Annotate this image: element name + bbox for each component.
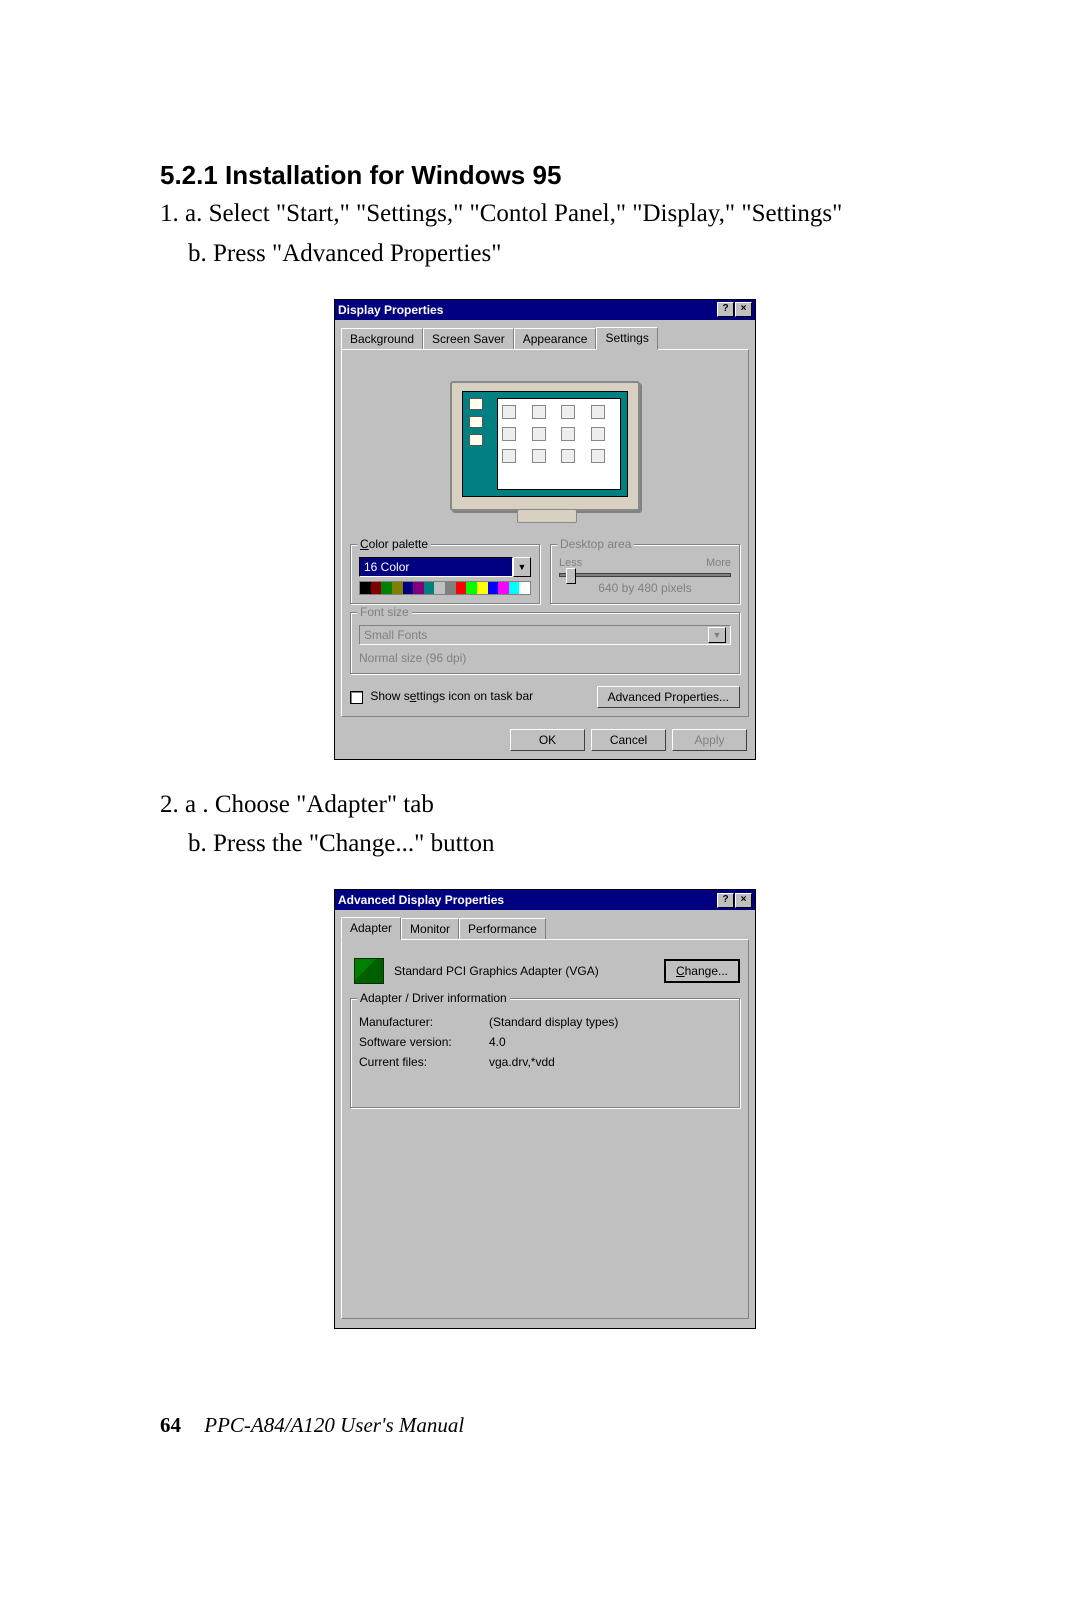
adapter-name: Standard PCI Graphics Adapter (VGA): [394, 964, 599, 978]
step-1a: 1. a. Select "Start," "Settings," "Conto…: [160, 197, 930, 231]
apply-button[interactable]: Apply: [672, 729, 747, 751]
font-size-group: Font size Small Fonts ▼ Normal size (96 …: [350, 612, 740, 674]
adapter-info-label: Adapter / Driver information: [357, 991, 510, 1005]
titlebar[interactable]: Display Properties ? ×: [335, 300, 755, 320]
titlebar-text: Advanced Display Properties: [338, 893, 504, 907]
font-size-value: Small Fonts: [364, 628, 427, 642]
titlebar[interactable]: Advanced Display Properties ? ×: [335, 890, 755, 910]
titlebar-text: Display Properties: [338, 303, 443, 317]
tab-adapter[interactable]: Adapter: [341, 917, 401, 940]
close-icon[interactable]: ×: [735, 302, 752, 317]
monitor-preview: [445, 366, 645, 526]
tab-settings[interactable]: Settings: [596, 327, 657, 350]
page-number: 64: [160, 1413, 181, 1437]
adapter-panel: Standard PCI Graphics Adapter (VGA) Chan…: [341, 939, 749, 1319]
chevron-down-icon[interactable]: ▼: [708, 627, 726, 643]
desktop-preview-icon: [469, 398, 483, 410]
software-version-label: Software version:: [359, 1035, 489, 1049]
cancel-button[interactable]: Cancel: [591, 729, 666, 751]
manual-title: PPC-A84/A120 User's Manual: [204, 1413, 464, 1437]
adapter-icon: [354, 958, 384, 984]
slider-thumb-icon[interactable]: [566, 568, 576, 584]
slider-more: More: [706, 557, 731, 569]
help-icon[interactable]: ?: [717, 893, 734, 908]
tab-monitor[interactable]: Monitor: [401, 918, 459, 941]
desktop-area-slider[interactable]: [559, 573, 731, 577]
change-button[interactable]: Change...: [664, 959, 740, 983]
manufacturer-value: (Standard display types): [489, 1015, 731, 1029]
tabs-row: Background Screen Saver Appearance Setti…: [335, 320, 755, 349]
color-palette-value: 16 Color: [359, 557, 513, 577]
step-1b: b. Press "Advanced Properties": [188, 237, 930, 271]
manufacturer-label: Manufacturer:: [359, 1015, 489, 1029]
color-palette-group: Color palette 16 Color ▼: [350, 544, 540, 604]
advanced-properties-button[interactable]: Advanced Properties...: [597, 686, 740, 708]
adapter-info-group: Adapter / Driver information Manufacture…: [350, 998, 740, 1108]
checkbox-icon[interactable]: [350, 691, 363, 704]
tab-screensaver[interactable]: Screen Saver: [423, 328, 514, 351]
close-icon[interactable]: ×: [735, 893, 752, 908]
step-2b: b. Press the "Change..." button: [188, 827, 930, 861]
current-files-value: vga.drv,*vdd: [489, 1055, 731, 1069]
show-settings-checkbox-row[interactable]: Show settings icon on task bar: [350, 689, 533, 703]
resolution-label: 640 by 480 pixels: [559, 581, 731, 595]
desktop-area-label: Desktop area: [557, 537, 634, 551]
chevron-down-icon[interactable]: ▼: [513, 557, 531, 577]
tabs-row: Adapter Monitor Performance: [335, 910, 755, 939]
font-size-select[interactable]: Small Fonts ▼: [359, 625, 731, 645]
advanced-display-properties-dialog: Advanced Display Properties ? × Adapter …: [334, 889, 756, 1329]
step-2a: 2. a . Choose "Adapter" tab: [160, 788, 930, 822]
normal-size-label: Normal size (96 dpi): [359, 651, 731, 665]
color-palette-label: Color palette: [357, 537, 431, 551]
tab-appearance[interactable]: Appearance: [514, 328, 597, 351]
show-settings-label: Show settings icon on task bar: [370, 689, 533, 703]
display-properties-dialog: Display Properties ? × Background Screen…: [334, 299, 756, 760]
software-version-value: 4.0: [489, 1035, 731, 1049]
tab-performance[interactable]: Performance: [459, 918, 546, 941]
desktop-preview-window: [497, 398, 621, 490]
tab-background[interactable]: Background: [341, 328, 423, 351]
ok-button[interactable]: OK: [510, 729, 585, 751]
settings-panel: Color palette 16 Color ▼ Desktop area: [341, 349, 749, 717]
section-heading: 5.2.1 Installation for Windows 95: [160, 160, 930, 191]
help-icon[interactable]: ?: [717, 302, 734, 317]
page-footer: 64 PPC-A84/A120 User's Manual: [160, 1413, 464, 1438]
color-palette-select[interactable]: 16 Color ▼: [359, 557, 531, 577]
palette-strip: [359, 581, 531, 595]
current-files-label: Current files:: [359, 1055, 489, 1069]
desktop-preview-icon: [469, 434, 483, 446]
desktop-area-group: Desktop area Less More 640 by 480 pixels: [550, 544, 740, 604]
desktop-preview-icon: [469, 416, 483, 428]
font-size-label: Font size: [357, 605, 412, 619]
